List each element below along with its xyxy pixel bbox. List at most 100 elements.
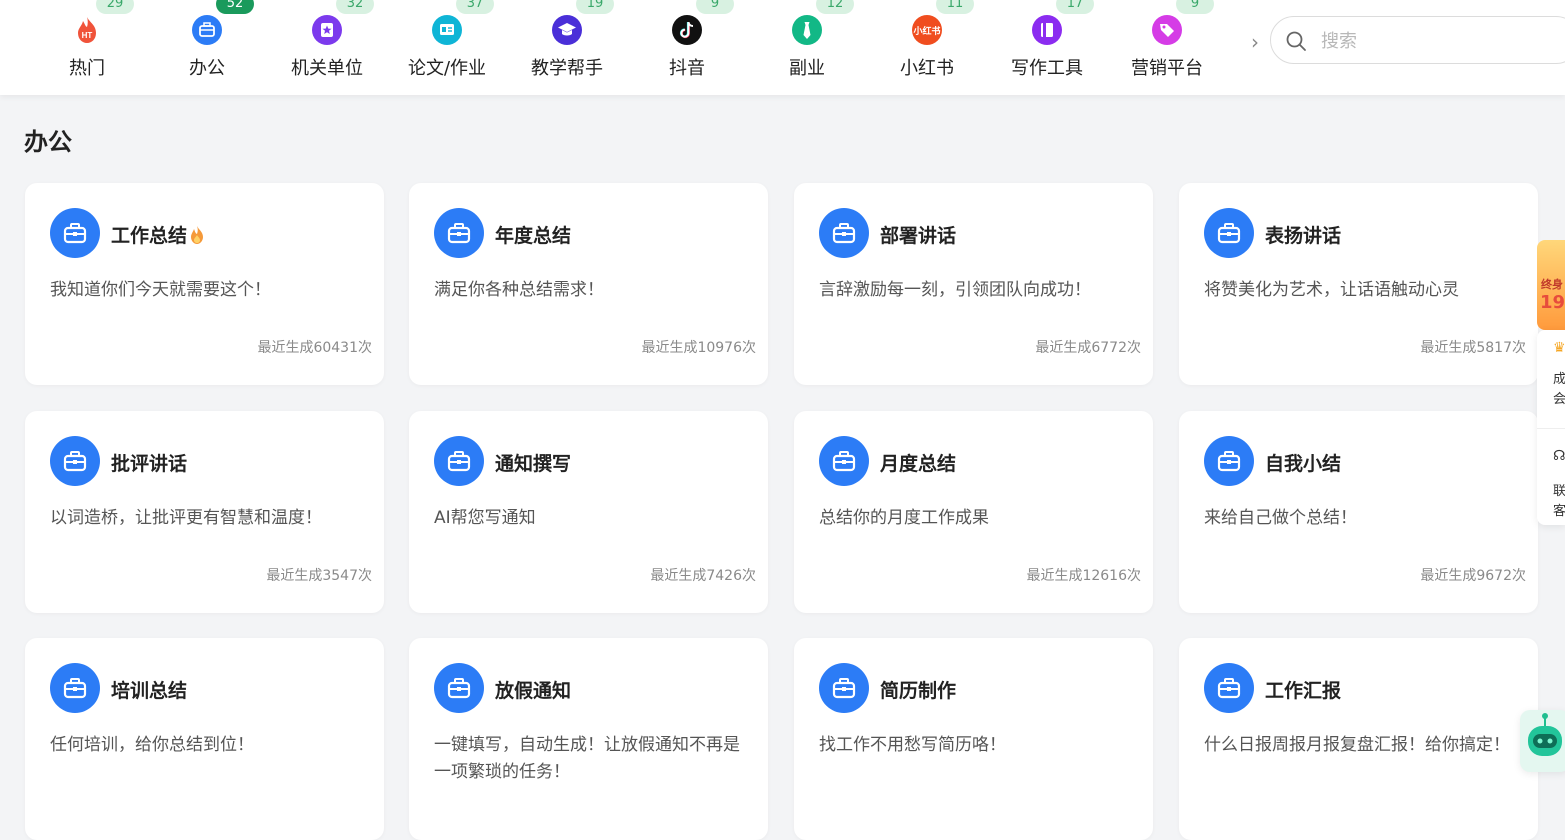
search-input[interactable] (1319, 27, 1563, 55)
count-badge: 9 (1176, 0, 1214, 14)
briefcase-icon (50, 663, 100, 713)
card-description: 以词造桥，让批评更有智慧和温度！ (50, 508, 322, 528)
headset-icon: ☊ (1553, 448, 1565, 464)
briefcase-icon (50, 436, 100, 486)
category-label: 机关单位 (291, 58, 363, 79)
tool-card[interactable]: 表扬讲话将赞美化为艺术，让话语触动心灵最近生成5817次 (1179, 183, 1538, 385)
tool-card[interactable]: 工作总结我知道你们今天就需要这个！ 最近生成60431次 (25, 183, 384, 385)
usage-count: 最近生成60431次 (257, 340, 372, 356)
briefcase-icon (434, 663, 484, 713)
divider (1537, 428, 1565, 429)
promo-text: 终身 (1541, 278, 1563, 291)
card-description: 来给自己做个总结！ (1204, 508, 1357, 528)
card-title-text: 年度总结 (495, 225, 572, 247)
category-tab[interactable]: 32 机关单位 (272, 0, 382, 95)
tool-card[interactable]: 年度总结 满足你各种总结需求！ 最近生成10976次 (409, 183, 768, 385)
tool-card[interactable]: 通知撰写 AI帮您写通知最近生成7426次 (409, 411, 768, 613)
card-title: 放假通知 (495, 676, 571, 703)
member-link[interactable]: 成会 (1553, 370, 1565, 410)
tool-card[interactable]: 部署讲话 言辞激励每一刻，引领团队向成功！ 最近生成6772次 (794, 183, 1153, 385)
tool-card[interactable]: 放假通知 一键填写，自动生成！让放假通知不再是一项繁琐的任务！ (409, 638, 768, 840)
category-tab[interactable]: 29 HT 热门 (32, 0, 142, 95)
briefcase-icon (819, 208, 869, 258)
count-badge: 17 (1056, 0, 1094, 14)
card-title-text: 工作总结 (111, 225, 188, 247)
card-title: 简历制作 (880, 676, 956, 703)
count-badge: 12 (816, 0, 854, 14)
card-title: 培训总结 (111, 676, 187, 703)
category-tab[interactable]: 19 教学帮手 (512, 0, 622, 95)
tool-card[interactable]: 月度总结 总结你的月度工作成果 最近生成12616次 (794, 411, 1153, 613)
category-label: 办公 (189, 58, 225, 79)
card-description: AI帮您写通知 (434, 508, 536, 528)
usage-count: 最近生成12616次 (1026, 568, 1141, 584)
side-panel: ♛ 成会 ☊ 联客 (1537, 330, 1565, 525)
count-badge: 11 (936, 0, 974, 14)
card-description: 将赞美化为艺术，让话语触动心灵 (1204, 280, 1459, 300)
category-tab[interactable]: 11 小红书 小红书 (872, 0, 982, 95)
hot-icon: HT (72, 15, 102, 45)
promo-banner[interactable]: 终身 19 (1537, 240, 1565, 330)
category-tab[interactable]: 52 办公 (152, 0, 262, 95)
category-tab[interactable]: 12 副业 (752, 0, 862, 95)
card-title: 工作汇报 (1265, 676, 1341, 703)
card-title: 工作总结 (111, 221, 205, 248)
tool-card[interactable]: 批评讲话以词造桥，让批评更有智慧和温度！ 最近生成3547次 (25, 411, 384, 613)
category-tab[interactable]: 9 营销平台 (1112, 0, 1222, 95)
card-description: 任何培训，给你总结到位！ (50, 735, 254, 755)
notebook-icon (1032, 15, 1062, 45)
card-title-text: 部署讲话 (880, 225, 957, 247)
card-title-text: 批评讲话 (111, 453, 188, 475)
category-label: 论文/作业 (407, 58, 487, 79)
briefcase-icon (1204, 436, 1254, 486)
tiktok-icon (672, 15, 702, 45)
tool-card[interactable]: 自我小结来给自己做个总结！ 最近生成9672次 (1179, 411, 1538, 613)
count-badge: 9 (696, 0, 734, 14)
section-title: 办公 (24, 128, 72, 156)
graduation-cap-icon (552, 15, 582, 45)
card-title: 自我小结 (1265, 449, 1341, 476)
search-box[interactable] (1270, 16, 1565, 64)
briefcase-icon (434, 208, 484, 258)
card-description: 什么日报周报月报复盘汇报！给你搞定！ (1204, 735, 1510, 755)
card-title-text: 工作汇报 (1265, 680, 1342, 702)
tie-icon (792, 15, 822, 45)
card-title: 年度总结 (495, 221, 571, 248)
briefcase-icon (1204, 208, 1254, 258)
category-label: 教学帮手 (531, 58, 603, 79)
card-description: 我知道你们今天就需要这个！ (50, 280, 271, 300)
usage-count: 最近生成3547次 (266, 568, 372, 584)
card-title-text: 自我小结 (1265, 453, 1342, 475)
search-icon (1286, 31, 1306, 51)
card-title-text: 月度总结 (880, 453, 957, 475)
card-description: 满足你各种总结需求！ (434, 280, 604, 300)
card-title-text: 通知撰写 (495, 453, 572, 475)
category-tab[interactable]: 17 写作工具 (992, 0, 1102, 95)
tool-card[interactable]: 培训总结任何培训，给你总结到位！ (25, 638, 384, 840)
briefcase-icon (434, 436, 484, 486)
card-title: 月度总结 (880, 449, 956, 476)
usage-count: 最近生成9672次 (1420, 568, 1526, 584)
ai-assistant-button[interactable] (1520, 710, 1565, 772)
chevron-right-icon[interactable]: › (1246, 30, 1264, 54)
tag-icon (1152, 15, 1182, 45)
category-tab[interactable]: 9 抖音 (632, 0, 742, 95)
contact-support-link[interactable]: 联客 (1553, 482, 1565, 522)
briefcase-icon (192, 15, 222, 45)
robot-icon (1528, 713, 1562, 756)
briefcase-icon (819, 436, 869, 486)
card-title-text: 培训总结 (111, 680, 188, 702)
usage-count: 最近生成7426次 (650, 568, 756, 584)
card-title-text: 简历制作 (880, 680, 957, 702)
briefcase-icon (1204, 663, 1254, 713)
category-label: 抖音 (669, 58, 705, 79)
category-label: 热门 (69, 58, 105, 79)
usage-count: 最近生成5817次 (1420, 340, 1526, 356)
tool-card[interactable]: 工作汇报什么日报周报月报复盘汇报！给你搞定！ (1179, 638, 1538, 840)
count-badge: 52 (216, 0, 254, 14)
paper-icon (432, 15, 462, 45)
tool-card[interactable]: 简历制作 找工作不用愁写简历咯！ (794, 638, 1153, 840)
category-tab[interactable]: 37 论文/作业 (392, 0, 502, 95)
card-title-text: 表扬讲话 (1265, 225, 1342, 247)
count-badge: 19 (576, 0, 614, 14)
